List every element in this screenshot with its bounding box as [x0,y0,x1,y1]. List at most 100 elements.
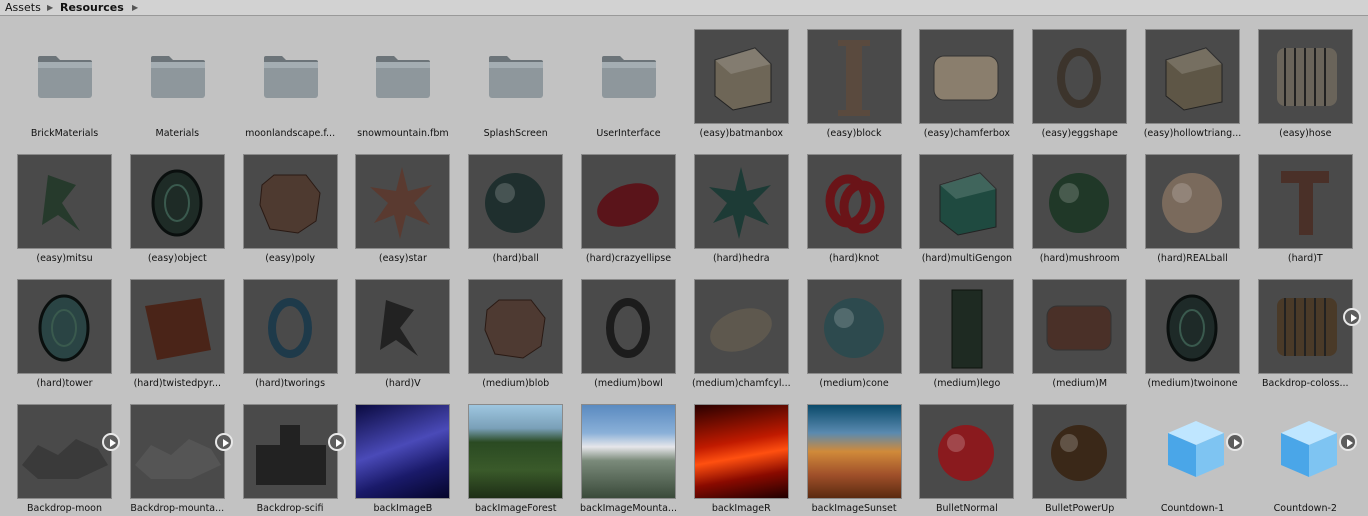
model-thumbnail [920,30,1014,123]
asset-label: (hard)tworings [255,378,326,389]
asset-label: (easy)object [147,253,207,264]
asset-item[interactable]: (hard)ball [459,145,572,265]
asset-item[interactable]: snowmountain.fbm [346,20,459,140]
asset-label: (hard)knot [829,253,880,264]
asset-item[interactable]: (medium)chamfcyl... [685,270,798,390]
asset-item[interactable]: (medium)cone [798,270,911,390]
asset-item[interactable]: (hard)mushroom [1023,145,1136,265]
asset-label: (hard)twistedpyr... [133,378,222,389]
asset-item[interactable]: SplashScreen [459,20,572,140]
asset-label: (easy)chamferbox [923,128,1011,139]
asset-label: (easy)eggshape [1041,128,1118,139]
asset-label: (hard)tower [36,378,93,389]
asset-item[interactable]: (medium)M [1023,270,1136,390]
asset-item[interactable]: (hard)knot [798,145,911,265]
asset-item[interactable]: (hard)multiGengon [910,145,1023,265]
asset-item[interactable]: (easy)poly [234,145,347,265]
asset-item[interactable]: (easy)batmanbox [685,20,798,140]
asset-item[interactable]: (easy)hose [1249,20,1362,140]
model-thumbnail [130,280,224,373]
model-thumbnail [18,280,111,373]
asset-item[interactable]: (easy)star [346,145,459,265]
asset-item[interactable]: (easy)mitsu [8,145,121,265]
asset-label: (hard)T [1287,253,1323,264]
asset-item[interactable]: moonlandscape.f... [234,20,347,140]
asset-item[interactable]: backImageB [346,395,459,515]
asset-item[interactable]: (hard)REALball [1136,145,1249,265]
play-icon[interactable] [1342,308,1361,326]
asset-item[interactable]: (easy)eggshape [1023,20,1136,140]
play-icon[interactable] [102,433,120,451]
asset-label: (easy)star [378,253,427,264]
asset-item[interactable]: (easy)hollowtriang... [1136,20,1249,140]
model-preview [484,299,546,359]
prefab-cube-icon [1280,421,1337,477]
asset-label: backImageMounta... [580,503,677,514]
asset-item[interactable]: (easy)block [798,20,911,140]
asset-item[interactable]: backImageR [685,395,798,515]
play-icon[interactable] [214,433,233,451]
asset-item[interactable]: BrickMaterials [8,20,121,140]
asset-item[interactable]: UserInterface [572,20,685,140]
asset-item[interactable]: backImageMounta... [572,395,685,515]
asset-label: backImageB [373,503,433,514]
asset-item[interactable]: backImageSunset [798,395,911,515]
model-preview [1046,305,1112,351]
asset-item[interactable]: Countdown-2 [1249,395,1362,515]
breadcrumb-assets[interactable]: Assets [5,0,41,15]
asset-label: (medium)cone [819,378,889,389]
asset-label: (easy)hollowtriang... [1143,128,1242,139]
asset-item[interactable]: (hard)tworings [234,270,347,390]
asset-item[interactable]: (hard)V [346,270,459,390]
asset-item[interactable]: Backdrop-moon [8,395,121,515]
model-thumbnail [469,280,563,373]
asset-item[interactable]: (easy)object [121,145,234,265]
asset-item[interactable]: Backdrop-scifi [234,395,347,515]
asset-item[interactable]: BulletPowerUp [1023,395,1136,515]
model-preview [1280,171,1329,235]
breadcrumb-separator-icon: ▶ [47,3,54,12]
prefab-cube-icon [1168,421,1224,477]
model-preview [825,174,885,234]
asset-item[interactable]: Materials [121,20,234,140]
asset-label: snowmountain.fbm [357,128,449,139]
asset-label: (medium)bowl [594,378,663,389]
asset-item[interactable]: (hard)twistedpyr... [121,270,234,390]
asset-item[interactable]: (hard)T [1249,145,1362,265]
asset-item[interactable]: (medium)blob [459,270,572,390]
play-icon[interactable] [327,433,346,451]
asset-item[interactable]: Countdown-1 [1136,395,1249,515]
model-thumbnail [469,155,563,248]
asset-item[interactable]: (medium)lego [910,270,1023,390]
model-thumbnail [356,280,450,373]
model-thumbnail [243,280,337,373]
asset-label: (hard)V [385,378,421,389]
asset-item[interactable]: BulletNormal [910,395,1023,515]
asset-label: backImageSunset [811,503,897,514]
folder-icon [376,56,431,98]
play-icon[interactable] [1226,433,1244,451]
asset-item[interactable]: (hard)tower [8,270,121,390]
breadcrumb-separator-icon: ▶ [132,3,139,12]
model-thumbnail [1258,30,1352,123]
asset-item[interactable]: Backdrop-mounta... [121,395,234,515]
asset-item[interactable]: (hard)crazyellipse [572,145,685,265]
model-thumbnail [1033,155,1127,248]
model-preview [380,300,419,356]
play-icon[interactable] [1338,433,1357,451]
model-thumbnail [1258,155,1352,248]
asset-label: moonlandscape.f... [245,128,336,139]
asset-item[interactable]: (medium)bowl [572,270,685,390]
asset-item[interactable]: (hard)hedra [685,145,798,265]
asset-item[interactable]: Backdrop-coloss... [1249,270,1362,390]
model-thumbnail [356,155,450,248]
model-preview [144,298,211,360]
model-preview [370,167,433,239]
asset-item[interactable]: (medium)twoinone [1136,270,1249,390]
asset-label: (easy)block [826,128,882,139]
asset-item[interactable]: backImageForest [459,395,572,515]
model-thumbnail [18,155,111,248]
breadcrumb-resources[interactable]: Resources [60,0,124,15]
model-thumbnail [1033,280,1127,373]
asset-item[interactable]: (easy)chamferbox [910,20,1023,140]
